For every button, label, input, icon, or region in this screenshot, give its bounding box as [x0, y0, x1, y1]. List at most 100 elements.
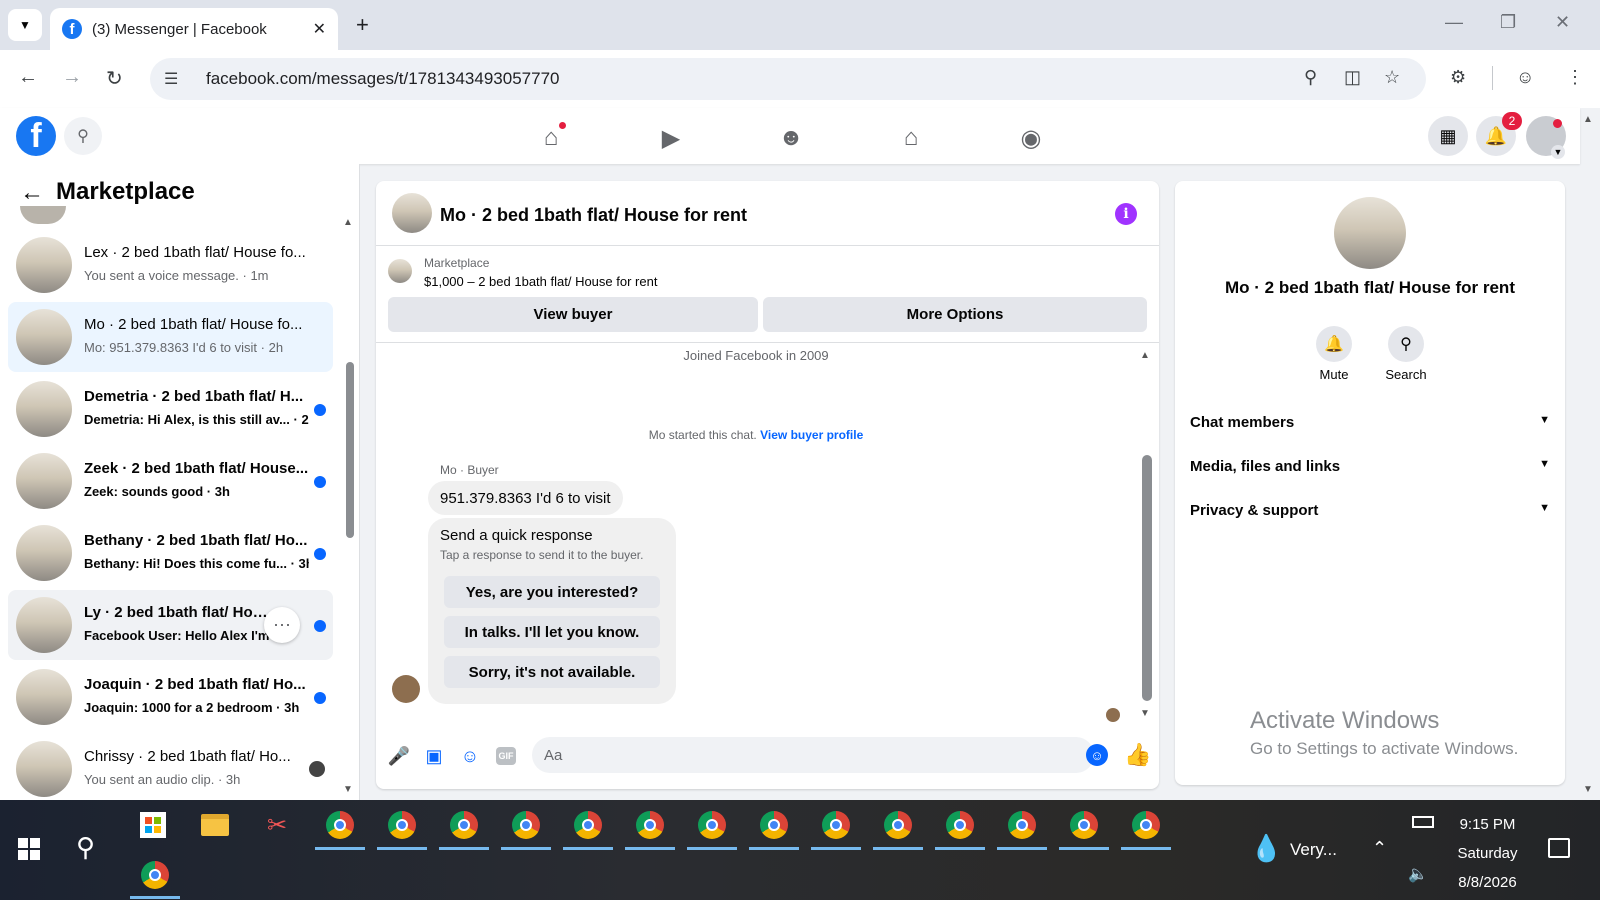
chrome-icon[interactable]: [382, 808, 422, 842]
chrome-icon[interactable]: [1002, 808, 1042, 842]
back-arrow-icon[interactable]: ←: [20, 179, 44, 207]
chrome-icon[interactable]: [1064, 808, 1104, 842]
chrome-icon[interactable]: [320, 808, 360, 842]
list-scroll-up-arrow[interactable]: ▲: [343, 217, 353, 228]
privacy-support-section[interactable]: Privacy & support ▼: [1190, 502, 1550, 519]
taskbar-clock[interactable]: 9:15 PM Saturday 8/8/2026: [1450, 810, 1525, 897]
extensions-icon[interactable]: ⚙: [1450, 67, 1466, 88]
conversation-item[interactable]: Demetria · 2 bed 1bath flat/ H... Demetr…: [8, 374, 333, 444]
chrome-icon[interactable]: [940, 808, 980, 842]
quick-response-button[interactable]: Sorry, it's not available.: [444, 656, 660, 688]
action-center-icon[interactable]: [1548, 838, 1570, 858]
conversation-preview: Facebook User: Hello Alex I'm l...: [84, 628, 269, 643]
chrome-icon[interactable]: [816, 808, 856, 842]
conversation-item[interactable]: Lex · 2 bed 1bath flat/ House fo... You …: [8, 230, 333, 300]
chat-scrollbar-thumb[interactable]: [1142, 455, 1152, 701]
conversation-item[interactable]: Zeek · 2 bed 1bath flat/ House... Zeek: …: [8, 446, 333, 516]
view-buyer-button[interactable]: View buyer: [388, 297, 758, 332]
quick-response-button[interactable]: In talks. I'll let you know.: [444, 616, 660, 648]
conversation-item-selected[interactable]: Mo · 2 bed 1bath flat/ House fo... Mo: 9…: [8, 302, 333, 372]
menu-grid-icon[interactable]: ▦: [1428, 116, 1468, 156]
windows-start-icon[interactable]: [18, 838, 40, 860]
tab-search-button[interactable]: ▼: [8, 9, 42, 41]
taskbar-active-indicator: [997, 847, 1047, 850]
seen-avatar: [309, 761, 325, 777]
show-hidden-icons-chevron-icon[interactable]: ⌃: [1372, 838, 1387, 859]
chrome-icon[interactable]: [135, 858, 175, 892]
weather-drop-icon[interactable]: 💧: [1250, 833, 1282, 864]
file-explorer-icon[interactable]: [195, 808, 235, 842]
more-options-button[interactable]: More Options: [763, 297, 1147, 332]
media-files-links-section[interactable]: Media, files and links ▼: [1190, 458, 1550, 475]
chrome-icon[interactable]: [568, 808, 608, 842]
photo-icon[interactable]: ▣: [423, 745, 445, 767]
message-bubble[interactable]: 951.379.8363 I'd 6 to visit: [428, 481, 623, 515]
chrome-icon[interactable]: [444, 808, 484, 842]
listing-title[interactable]: $1,000 – 2 bed 1bath flat/ House for ren…: [424, 274, 657, 289]
facebook-favicon-icon: f: [62, 19, 82, 39]
back-icon[interactable]: ←: [18, 66, 38, 89]
zoom-icon[interactable]: ⚲: [1304, 67, 1317, 88]
forward-icon[interactable]: →: [62, 66, 82, 89]
thumbs-up-icon[interactable]: 👍: [1124, 742, 1151, 768]
reload-icon[interactable]: ↻: [106, 66, 123, 91]
page-scroll-up-arrow[interactable]: ▲: [1583, 114, 1593, 125]
conversation-name: Zeek · 2 bed 1bath flat/ House...: [84, 460, 309, 477]
battery-icon[interactable]: [1412, 816, 1434, 828]
chrome-icon[interactable]: [878, 808, 918, 842]
chrome-icon[interactable]: [506, 808, 546, 842]
listing-thumbnail: [16, 453, 72, 509]
page-scroll-down-arrow[interactable]: ▼: [1583, 784, 1593, 795]
emoji-icon[interactable]: ☺: [1086, 744, 1108, 766]
view-buyer-profile-link[interactable]: View buyer profile: [760, 428, 863, 442]
chat-avatar[interactable]: [392, 193, 432, 233]
sticker-icon[interactable]: ☺: [459, 745, 481, 767]
list-scroll-down-arrow[interactable]: ▼: [343, 784, 353, 795]
conversation-item[interactable]: Bethany · 2 bed 1bath flat/ Ho... Bethan…: [8, 518, 333, 588]
profile-icon[interactable]: ☺: [1516, 67, 1534, 88]
conversation-item[interactable]: Ly · 2 bed 1bath flat/ House f... Facebo…: [8, 590, 333, 660]
search-icon[interactable]: ⚲: [76, 832, 95, 863]
info-icon[interactable]: i: [1115, 203, 1137, 225]
conversation-item[interactable]: Joaquin · 2 bed 1bath flat/ Ho... Joaqui…: [8, 662, 333, 732]
install-app-icon[interactable]: ◫: [1344, 67, 1361, 88]
friends-icon[interactable]: ☻: [776, 124, 806, 152]
new-tab-button[interactable]: +: [356, 12, 369, 38]
close-window-button[interactable]: ✕: [1555, 12, 1570, 33]
site-settings-icon[interactable]: ☰: [164, 69, 190, 89]
facebook-logo-icon[interactable]: f: [16, 116, 56, 156]
close-tab-icon[interactable]: ✕: [313, 19, 326, 39]
browser-tab[interactable]: f (3) Messenger | Facebook ✕: [50, 8, 338, 50]
chrome-icon[interactable]: [754, 808, 794, 842]
weather-text[interactable]: Very...: [1290, 840, 1337, 860]
more-options-icon[interactable]: ⋯: [264, 607, 300, 643]
menu-dots-icon[interactable]: ⋮: [1566, 67, 1584, 88]
chevron-down-icon[interactable]: ▼: [1551, 145, 1565, 159]
microphone-icon[interactable]: 🎤: [388, 745, 410, 767]
search-icon[interactable]: ⚲: [1388, 326, 1424, 362]
minimize-button[interactable]: —: [1445, 12, 1463, 33]
list-scrollbar-thumb[interactable]: [346, 362, 354, 538]
gaming-icon[interactable]: ◉: [1016, 124, 1046, 153]
chat-scroll-down-arrow[interactable]: ▼: [1140, 708, 1150, 719]
video-icon[interactable]: ▶: [656, 124, 686, 153]
snipping-tool-icon[interactable]: ✂: [257, 808, 297, 842]
microsoft-store-icon[interactable]: [133, 808, 173, 842]
bookmark-star-icon[interactable]: ☆: [1384, 67, 1400, 88]
search-icon[interactable]: ⚲: [64, 117, 102, 155]
chrome-icon[interactable]: [692, 808, 732, 842]
chrome-icon[interactable]: [1126, 808, 1166, 842]
chat-scroll-up-arrow[interactable]: ▲: [1140, 350, 1150, 361]
gif-icon[interactable]: GIF: [495, 745, 517, 767]
quick-response-button[interactable]: Yes, are you interested?: [444, 576, 660, 608]
message-input[interactable]: Aa: [532, 737, 1094, 773]
chrome-icon[interactable]: [630, 808, 670, 842]
volume-icon[interactable]: 🔈: [1408, 864, 1428, 884]
marketplace-icon[interactable]: ⌂: [896, 124, 926, 152]
conversation-item[interactable]: Chrissy · 2 bed 1bath flat/ Ho... You se…: [8, 734, 333, 804]
address-bar[interactable]: ☰ facebook.com/messages/t/17813434930577…: [150, 58, 1426, 100]
mute-bell-icon[interactable]: 🔔: [1316, 326, 1352, 362]
chat-title[interactable]: Mo · 2 bed 1bath flat/ House for rent: [440, 205, 747, 226]
restore-button[interactable]: ❐: [1500, 12, 1516, 33]
chat-members-section[interactable]: Chat members ▼: [1190, 414, 1550, 431]
